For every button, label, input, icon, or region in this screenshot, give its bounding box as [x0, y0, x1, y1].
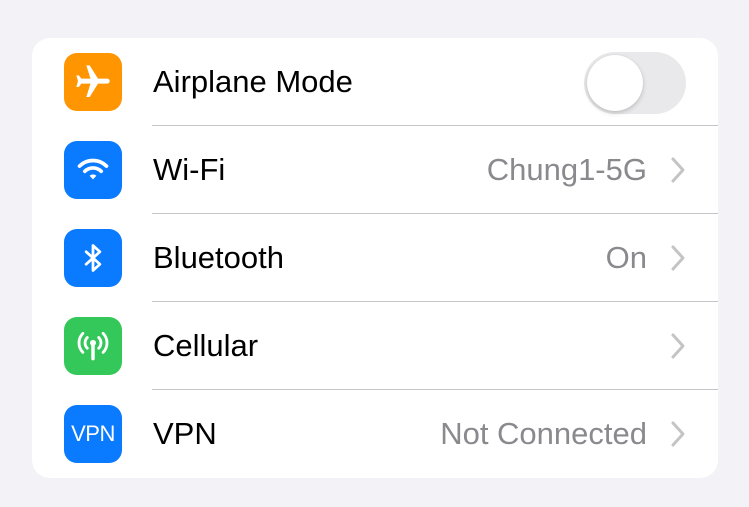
chevron-right-icon	[671, 245, 685, 271]
bluetooth-label: Bluetooth	[153, 240, 284, 275]
cellular-label: Cellular	[153, 328, 259, 363]
vpn-row[interactable]: VPN VPN Not Connected	[32, 390, 718, 478]
bluetooth-status-value: On	[605, 240, 647, 275]
airplane-mode-row[interactable]: Airplane Mode	[32, 38, 718, 126]
wifi-network-value: Chung1-5G	[486, 152, 647, 187]
vpn-icon-text: VPN	[71, 421, 115, 446]
connectivity-settings-group: Airplane Mode Wi-Fi Chung1-5G Bluetooth …	[32, 38, 718, 478]
chevron-right-icon	[671, 421, 685, 447]
toggle-knob	[587, 55, 643, 111]
bluetooth-row[interactable]: Bluetooth On	[32, 214, 718, 302]
vpn-label: VPN	[153, 416, 217, 451]
cellular-row[interactable]: Cellular	[32, 302, 718, 390]
cellular-antenna-icon	[64, 317, 122, 375]
chevron-right-icon	[671, 333, 685, 359]
wifi-row[interactable]: Wi-Fi Chung1-5G	[32, 126, 718, 214]
chevron-right-icon	[671, 157, 685, 183]
airplane-icon	[64, 53, 122, 111]
wifi-icon	[64, 141, 122, 199]
vpn-status-value: Not Connected	[440, 416, 647, 451]
settings-screen: Airplane Mode Wi-Fi Chung1-5G Bluetooth …	[0, 0, 749, 507]
airplane-mode-toggle[interactable]	[584, 52, 686, 114]
vpn-icon: VPN	[64, 405, 122, 463]
bluetooth-icon	[64, 229, 122, 287]
airplane-mode-label: Airplane Mode	[153, 64, 353, 99]
wifi-label: Wi-Fi	[153, 152, 226, 187]
